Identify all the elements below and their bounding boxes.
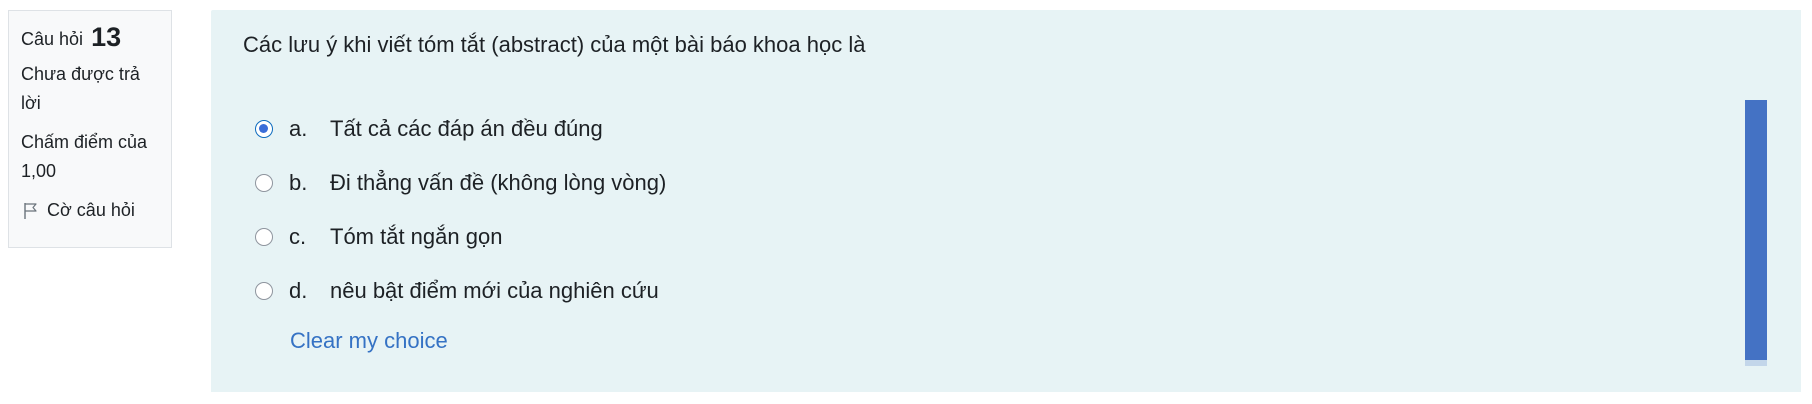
quiz-page: Câu hỏi 13 Chưa được trả lời Chấm điểm c… [0,0,1812,404]
answer-option-d[interactable]: d. nêu bật điểm mới của nghiên cứu [255,264,666,318]
answer-text: Đi thẳng vấn đề (không lòng vòng) [330,170,667,195]
radio-button[interactable] [255,228,273,246]
clear-choice-link[interactable]: Clear my choice [290,328,448,354]
answer-option-a[interactable]: a. Tất cả các đáp án đều đúng [255,102,666,156]
answer-letter: b. [289,170,308,195]
flag-question-button[interactable]: Cờ câu hỏi [21,196,159,225]
radio-button[interactable] [255,174,273,192]
question-info-panel: Câu hỏi 13 Chưa được trả lời Chấm điểm c… [8,10,172,248]
flag-question-label: Cờ câu hỏi [47,200,135,220]
answer-text: nêu bật điểm mới của nghiên cứu [330,278,659,303]
radio-button[interactable] [255,282,273,300]
answer-text: Tất cả các đáp án đều đúng [330,116,603,141]
accent-bar [1745,100,1767,360]
question-text: Các lưu ý khi viết tóm tắt (abstract) củ… [243,32,866,57]
accent-bar-shadow [1745,360,1767,366]
question-number: 13 [91,22,122,52]
answer-option-c[interactable]: c. Tóm tắt ngắn gọn [255,210,666,264]
question-state: Chưa được trả lời [21,60,159,118]
answer-list: a. Tất cả các đáp án đều đúng b. Đi thẳn… [255,102,666,318]
question-content-panel: Các lưu ý khi viết tóm tắt (abstract) củ… [211,10,1801,392]
answer-letter: a. [289,116,308,141]
answer-letter: c. [289,224,307,249]
question-number-row: Câu hỏi 13 [21,23,159,54]
question-label: Câu hỏi [21,29,84,49]
answer-option-b[interactable]: b. Đi thẳng vấn đề (không lòng vòng) [255,156,666,210]
flag-icon [24,202,37,219]
question-grade: Chấm điểm của 1,00 [21,128,159,186]
question-grade-line1: Chấm điểm của [21,132,148,152]
question-grade-line2: 1,00 [21,161,57,181]
question-state-line1: Chưa được trả [21,64,140,84]
radio-button-selected[interactable] [255,120,273,138]
question-state-line2: lời [21,93,41,113]
answer-text: Tóm tắt ngắn gọn [330,224,503,249]
answer-letter: d. [289,278,308,303]
